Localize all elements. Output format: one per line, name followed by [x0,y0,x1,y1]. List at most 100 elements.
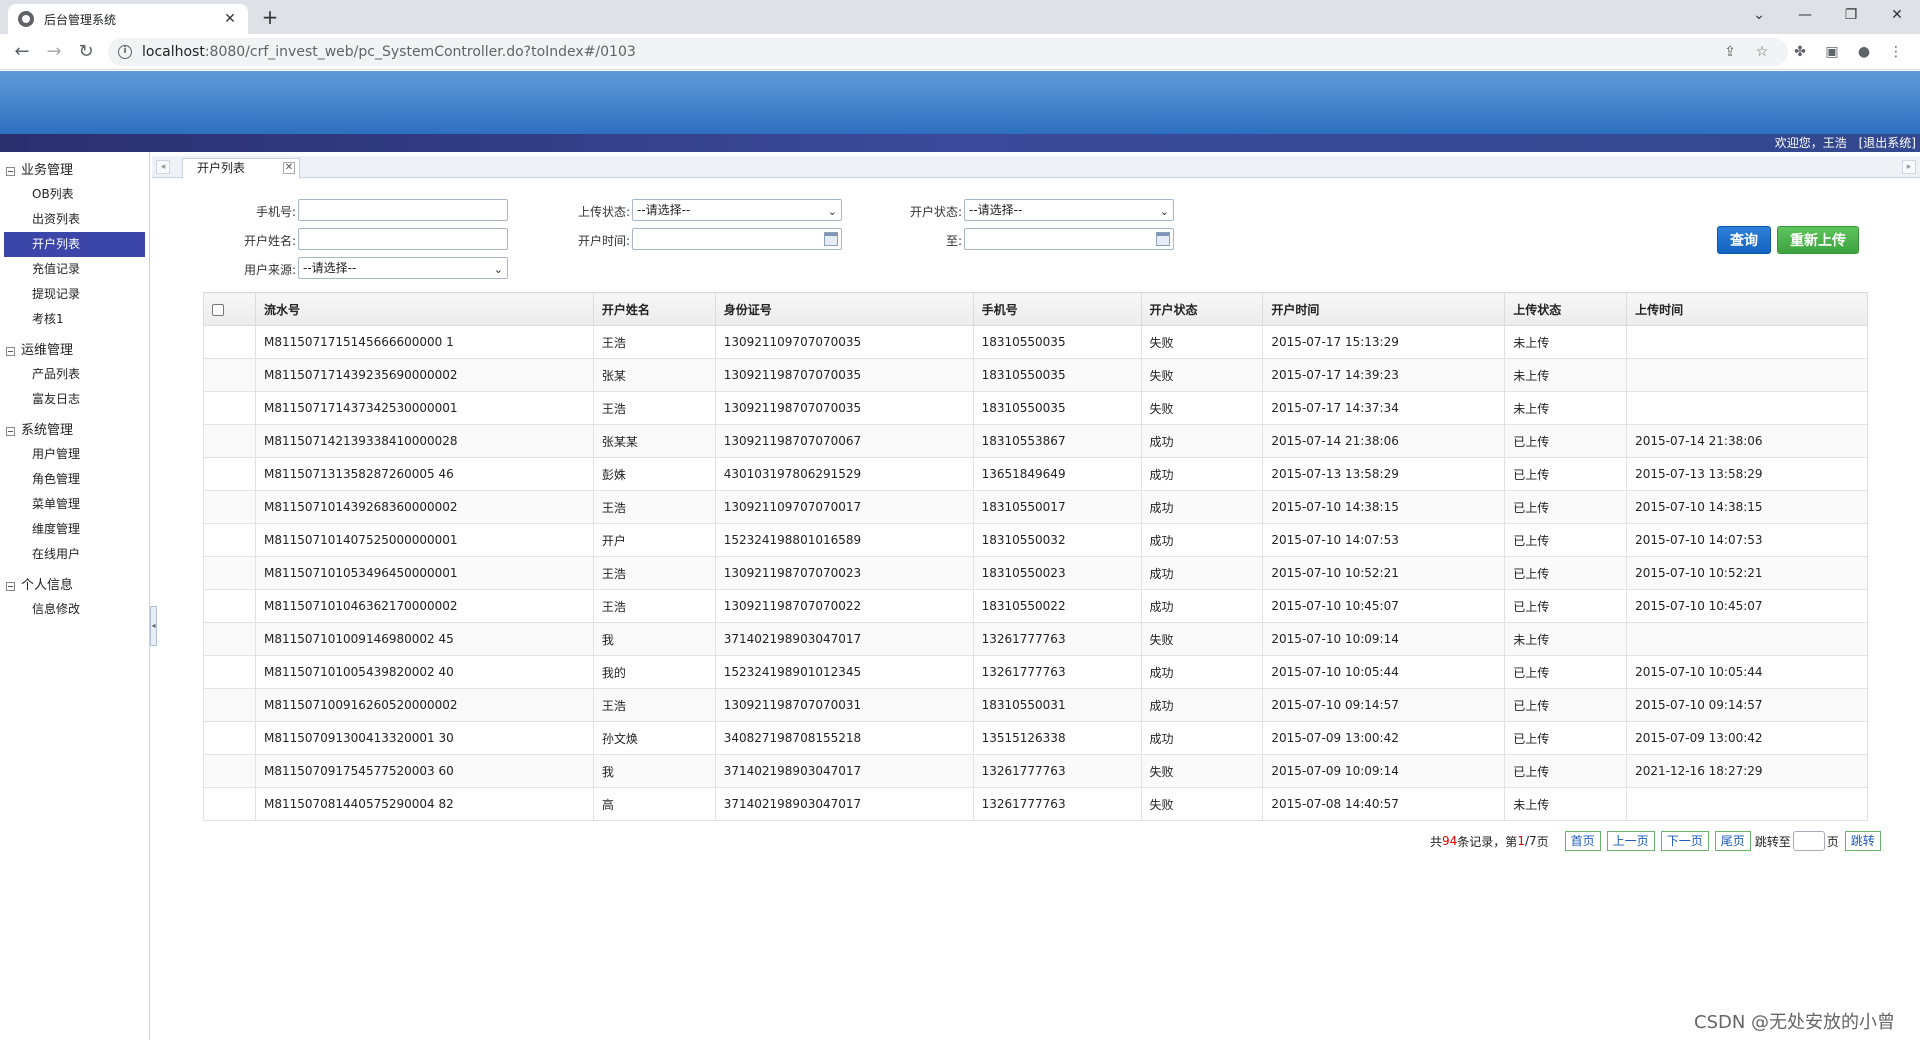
table-row[interactable]: M811507101407525000000001 开户 1523241988010… [203,523,1868,557]
next-page-button[interactable]: 下一页 [1660,831,1709,851]
table-row[interactable]: M811507101439268360000002 王浩 1309211097070… [203,490,1868,524]
first-page-button[interactable]: 首页 [1564,831,1601,851]
sidebar-item-menus[interactable]: 菜单管理 [4,492,145,517]
table-row[interactable]: M811507101053496450000001 王浩 1309211987070… [203,556,1868,590]
logout-link[interactable]: [退出系统] [1859,136,1916,150]
cell-open-status: 失败 [1140,787,1264,821]
address-bar[interactable]: i localhost:8080/crf_invest_web/pc_Syste… [108,38,1788,66]
close-window-icon[interactable]: ✕ [1874,4,1920,28]
upload-status-select[interactable]: --请选择-- ⌄ [632,199,842,221]
cell-upload-status: 已上传 [1504,457,1628,491]
table-row[interactable]: M811507101009146980002 45 我 37140219890304… [203,622,1868,656]
tab-search-icon[interactable]: ⌄ [1736,4,1782,28]
sidebar-item-withdraw[interactable]: 提现记录 [4,282,145,307]
menu-group-ops[interactable]: 运维管理 [0,340,149,362]
sidebar-item-account-list[interactable]: 开户列表 [4,232,145,257]
calendar-icon[interactable] [824,232,838,246]
sidebar-collapse-handle[interactable]: ◂ [150,606,157,646]
sidebar-item-roles[interactable]: 角色管理 [4,467,145,492]
select-all-checkbox[interactable] [212,303,224,316]
table-row[interactable]: M811507081440575290004 82 高 37140219890304… [203,787,1868,821]
cell-name: 王浩 [592,688,716,722]
maximize-icon[interactable]: ❐ [1828,4,1874,28]
cell-id-number: 130921198707070023 [714,556,974,590]
cell-serial: M811507142139338410000028 [254,424,594,458]
table-row[interactable]: M811507101005439820002 40 我的 1523241989010… [203,655,1868,689]
tab-scroll-left-icon[interactable]: ◂ [156,160,170,174]
cell-open-time: 2015-07-10 14:07:53 [1262,523,1506,557]
jump-page-input[interactable] [1792,831,1825,851]
cell-upload-status: 未上传 [1504,391,1628,425]
side-panel-icon[interactable]: ▣ [1822,42,1842,62]
cell-open-time: 2015-07-17 14:39:23 [1262,358,1506,392]
browser-tab[interactable]: 后台管理系统 ✕ [8,4,248,34]
tab-scroll-right-icon[interactable]: ▸ [1902,160,1916,174]
total-pages: 7 [1529,834,1537,848]
cell-serial: M811507131358287260005 46 [254,457,594,491]
share-icon[interactable]: ⇪ [1720,42,1740,62]
name-input[interactable] [298,228,508,250]
open-time-end-input[interactable] [964,228,1174,250]
row-select-cell [203,754,256,788]
chevron-down-icon: ⌄ [827,205,837,218]
sidebar-item-funding-list[interactable]: 出资列表 [4,207,145,232]
row-select-cell [203,787,256,821]
sidebar-item-users[interactable]: 用户管理 [4,442,145,467]
table-row[interactable]: M811507171439235690000002 张某 1309211987070… [203,358,1868,392]
tab-account-list[interactable]: 开户列表 ✕ [182,158,300,179]
menu-group-personal[interactable]: 个人信息 [0,575,149,597]
forward-icon[interactable]: → [42,40,66,64]
sidebar-item-assessment[interactable]: 考核1 [4,307,145,332]
menu-group-system[interactable]: 系统管理 [0,420,149,442]
minimize-icon[interactable]: — [1782,4,1828,28]
source-select[interactable]: --请选择-- ⌄ [298,257,508,279]
cell-phone: 13261777763 [972,622,1142,656]
table-row[interactable]: M811507101046362170000002 王浩 1309211987070… [203,589,1868,623]
info-icon[interactable]: i [118,45,132,59]
cell-id-number: 340827198708155218 [714,721,974,755]
sidebar-item-products[interactable]: 产品列表 [4,362,145,387]
table-row[interactable]: M811507142139338410000028 张某某 130921198707… [203,424,1868,458]
sidebar-item-ob-list[interactable]: OB列表 [4,182,145,207]
reload-icon[interactable]: ↻ [74,40,98,64]
cell-name: 开户 [592,523,716,557]
calendar-icon[interactable] [1156,232,1170,246]
cell-open-status: 失败 [1140,754,1264,788]
extensions-icon[interactable]: ✤ [1790,42,1810,62]
back-icon[interactable]: ← [10,40,34,64]
jump-button[interactable]: 跳转 [1844,831,1881,851]
new-tab-button[interactable]: + [258,6,282,30]
browser-tab-title: 后台管理系统 [44,12,117,27]
row-select-cell [203,358,256,392]
profile-icon[interactable]: ● [1854,42,1874,62]
menu-group-business[interactable]: 业务管理 [0,160,149,182]
sidebar-item-edit-info[interactable]: 信息修改 [4,597,145,622]
table-row[interactable]: M811507100916260520000002 王浩 1309211987070… [203,688,1868,722]
table-row[interactable]: M811507131358287260005 46 彭姝 4301031978062… [203,457,1868,491]
tab-close-icon[interactable]: ✕ [283,162,295,174]
cell-serial: M811507101009146980002 45 [254,622,594,656]
last-page-button[interactable]: 尾页 [1714,831,1751,851]
cell-open-status: 成功 [1140,457,1264,491]
tab-close-icon[interactable]: ✕ [222,11,238,27]
collapse-icon [6,166,15,176]
open-time-start-input[interactable] [632,228,842,250]
sidebar-item-fuyou-log[interactable]: 富友日志 [4,387,145,412]
query-button[interactable]: 查询 [1717,226,1771,254]
table-row[interactable]: M811507091754577520003 60 我 37140219890304… [203,754,1868,788]
open-status-select[interactable]: --请选择-- ⌄ [964,199,1174,221]
prev-page-button[interactable]: 上一页 [1606,831,1655,851]
menu-kebab-icon[interactable]: ⋮ [1886,42,1906,62]
cell-upload-time: 2015-07-10 10:45:07 [1626,589,1868,623]
table-row[interactable]: M811507171437342530000001 王浩 1309211987070… [203,391,1868,425]
table-row[interactable]: M8115071715145666600000 1 王浩 1309211097070… [203,325,1868,359]
bookmark-star-icon[interactable]: ☆ [1752,42,1772,62]
total-records: 94 [1442,834,1458,848]
reupload-button[interactable]: 重新上传 [1777,226,1859,254]
phone-input[interactable] [298,199,508,221]
table-row[interactable]: M811507091300413320001 30 孙文焕 340827198708… [203,721,1868,755]
sidebar-item-dimensions[interactable]: 维度管理 [4,517,145,542]
sidebar-item-recharge[interactable]: 充值记录 [4,257,145,282]
sidebar-item-online-users[interactable]: 在线用户 [4,542,145,567]
cell-phone: 18310553867 [972,424,1142,458]
